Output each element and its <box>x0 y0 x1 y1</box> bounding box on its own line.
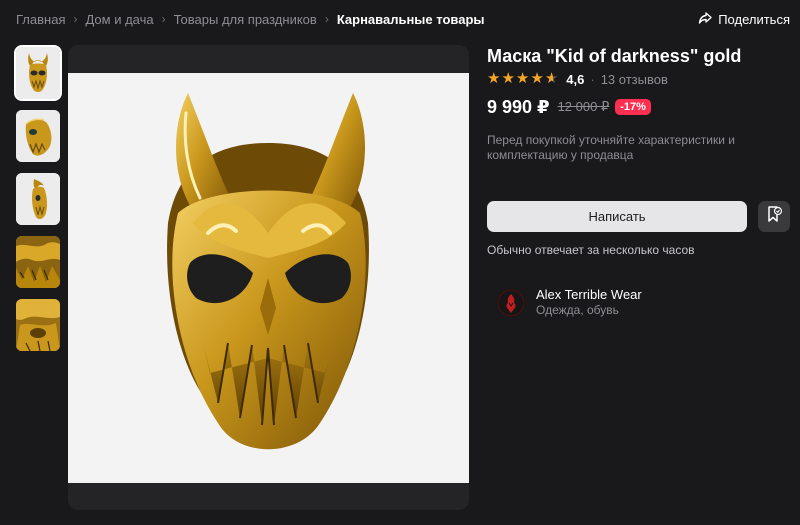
mask-thumbnail-image <box>16 299 60 351</box>
breadcrumb-item-carnival-goods[interactable]: Карнавальные товары <box>337 12 485 27</box>
thumbnail-2[interactable] <box>16 110 60 162</box>
chevron-right-icon: › <box>73 12 78 26</box>
product-title: Маска "Kid of darkness" gold <box>487 46 742 66</box>
star-icon: ★ <box>487 70 501 87</box>
breadcrumb-item-home[interactable]: Главная <box>16 12 65 27</box>
chevron-right-icon: › <box>161 12 166 26</box>
product-gallery[interactable] <box>68 45 469 510</box>
price-row: 9 990 ₽ 12 000 ₽ -17% <box>487 97 651 117</box>
bookmark-icon <box>765 205 783 228</box>
seller-category: Одежда, обувь <box>536 303 619 317</box>
rating-value: 4,6 <box>566 71 585 87</box>
rating-row: ★ ★ ★ ★ ★ 4,6 · 13 отзывов <box>487 71 668 87</box>
current-price: 9 990 ₽ <box>487 96 550 117</box>
purchase-note: Перед покупкой уточняйте характеристики … <box>487 133 735 162</box>
write-button[interactable]: Написать <box>487 201 747 232</box>
seller-card[interactable]: Alex Terrible Wear Одежда, обувь <box>497 287 642 318</box>
product-photo[interactable] <box>68 73 469 483</box>
favorite-button[interactable] <box>758 201 790 232</box>
thumbnail-4[interactable] <box>16 236 60 288</box>
discount-badge: -17% <box>615 99 651 115</box>
share-button[interactable]: Поделиться <box>698 10 790 28</box>
chevron-right-icon: › <box>324 12 329 26</box>
separator-dot: · <box>590 71 595 87</box>
thumbnail-1[interactable] <box>14 45 62 101</box>
share-icon <box>698 11 712 28</box>
thumbnail-5[interactable] <box>16 299 60 351</box>
star-icon: ★ <box>501 70 515 87</box>
breadcrumb-item-home-garden[interactable]: Дом и дача <box>85 12 153 27</box>
mask-thumbnail-image <box>16 110 60 162</box>
share-label: Поделиться <box>718 11 790 27</box>
star-icon: ★ <box>515 70 530 87</box>
mask-thumbnail-image <box>16 236 60 288</box>
gold-mask-image <box>68 73 469 483</box>
breadcrumb-item-holiday-goods[interactable]: Товары для праздников <box>174 12 317 27</box>
star-half-icon: ★ <box>544 70 559 87</box>
rating-stars: ★ ★ ★ ★ ★ <box>487 71 558 87</box>
breadcrumb: Главная › Дом и дача › Товары для праздн… <box>16 10 484 28</box>
seller-name[interactable]: Alex Terrible Wear <box>536 287 642 302</box>
old-price: 12 000 ₽ <box>557 99 610 114</box>
reply-time-note: Обычно отвечает за несколько часов <box>487 243 695 257</box>
thumbnail-3[interactable] <box>16 173 60 225</box>
mask-thumbnail-image <box>16 47 60 99</box>
star-icon: ★ <box>530 70 544 87</box>
thumbnail-list <box>14 45 62 362</box>
seller-avatar <box>497 288 525 317</box>
mask-thumbnail-image <box>16 173 60 225</box>
reviews-link[interactable]: 13 отзывов <box>601 72 668 87</box>
